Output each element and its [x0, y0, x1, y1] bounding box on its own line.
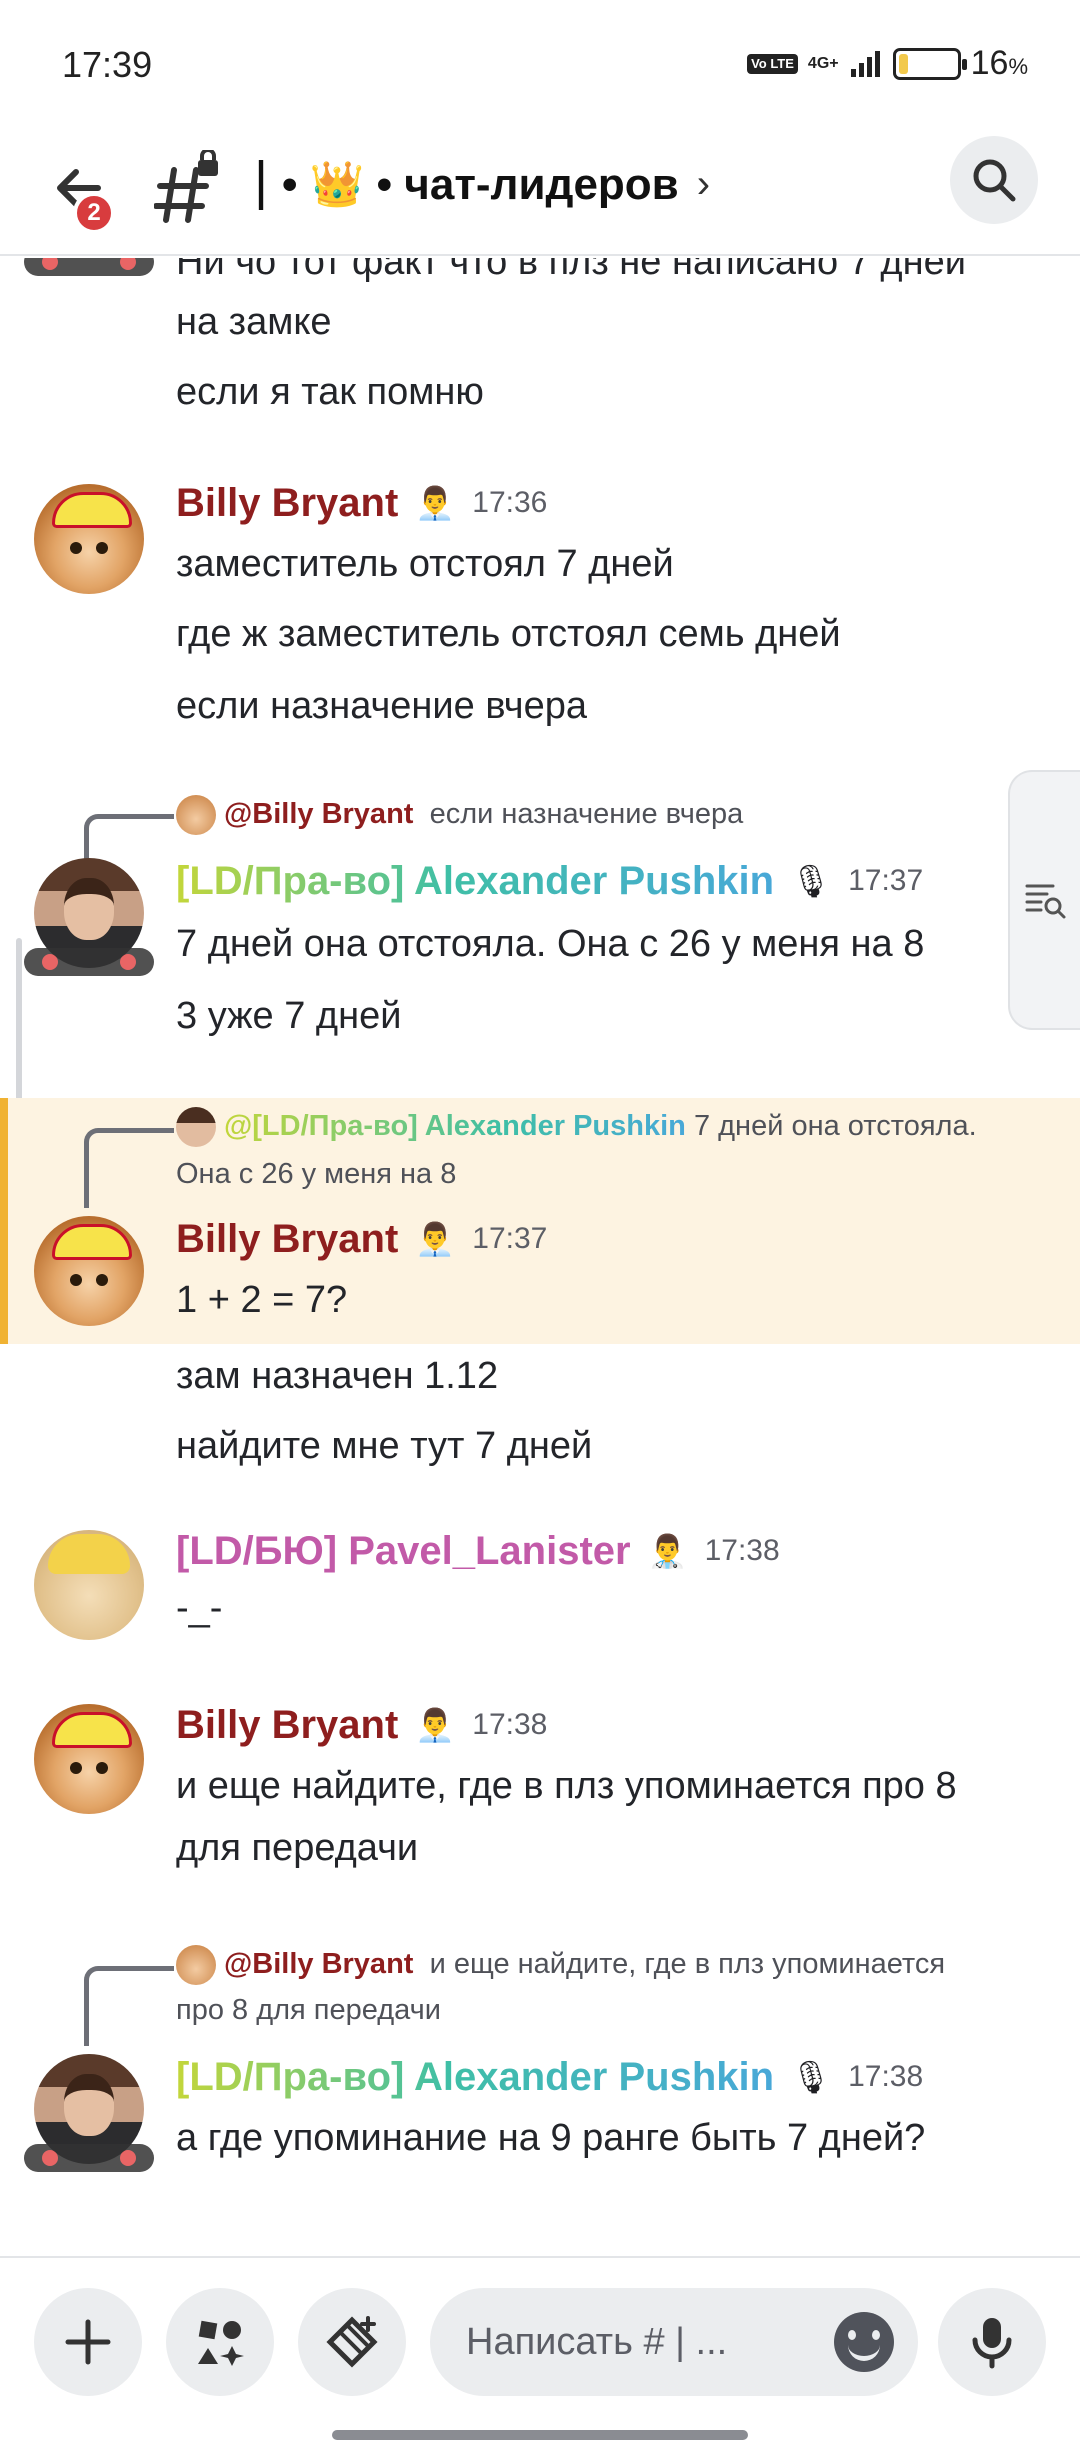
- search-icon: [973, 159, 1016, 202]
- message-text: если назначение вчера: [176, 685, 588, 727]
- gift-icon: [326, 2316, 378, 2368]
- network-label: 4G+: [807, 54, 839, 72]
- title-separator: |: [254, 151, 269, 211]
- message-text: -_-: [176, 1587, 223, 1629]
- reply-preview-cont: Она с 26 у меня на 8: [176, 1158, 457, 1190]
- author-name[interactable]: [LD/Пра-во] Alexander Pushkin: [176, 2055, 774, 2100]
- reply-preview-cont: про 8 для передачи: [176, 1994, 441, 2026]
- timestamp: 17:37: [848, 864, 924, 897]
- message-text: 7 дней она отстояла. Она с 26 у меня на …: [176, 923, 925, 965]
- message-text: найдите мне тут 7 дней: [176, 1425, 593, 1467]
- emoji-icon[interactable]: [834, 2312, 894, 2372]
- avatar-decoration: [24, 258, 154, 276]
- message-text: а где упоминание на 9 ранге быть 7 дней?: [176, 2117, 926, 2159]
- avatar-decoration: [24, 948, 154, 976]
- role-icon: 👨‍💼: [415, 1707, 456, 1743]
- message-header: [LD/Пра-во] Alexander Pushkin 🎙 17:38: [176, 2054, 923, 2100]
- timestamp: 17:37: [472, 1222, 548, 1255]
- reply-connector: [84, 1966, 174, 2046]
- role-icon: 👨‍💼: [415, 485, 456, 521]
- status-indicators: Vo LTE 4G+ 16%: [747, 44, 1028, 83]
- message-text: 1 + 2 = 7?: [176, 1279, 348, 1321]
- gift-button[interactable]: [298, 2288, 406, 2396]
- threads-panel-tab[interactable]: [1008, 770, 1080, 1030]
- home-indicator[interactable]: [332, 2430, 748, 2440]
- message-text: зам назначен 1.12: [176, 1355, 499, 1397]
- apps-button[interactable]: [166, 2288, 274, 2396]
- battery-icon: [892, 47, 967, 80]
- message-header: [LD/Пра-во] Alexander Pushkin 🎙 17:37: [176, 858, 923, 904]
- avatar[interactable]: [34, 484, 144, 594]
- apps-icon: [198, 2320, 244, 2366]
- volte-icon: Vo LTE: [747, 53, 798, 74]
- input-placeholder: Написать # | ...: [466, 2320, 728, 2363]
- message-header: [LD/БЮ] Pavel_Lanister 👨‍⚕️ 17:38: [176, 1528, 780, 1574]
- channel-title[interactable]: | • 👑 • чат-лидеров ›: [254, 151, 711, 212]
- avatar[interactable]: [34, 1530, 144, 1640]
- author-name[interactable]: Billy Bryant: [176, 1703, 398, 1748]
- message-text: если я так помню: [176, 371, 484, 413]
- message-header: Billy Bryant 👨‍💼 17:36: [176, 480, 547, 526]
- microphone-icon: [972, 2318, 1012, 2369]
- reply-avatar: [176, 1945, 216, 1986]
- unread-badge: 2: [73, 192, 115, 234]
- author-name[interactable]: Billy Bryant: [176, 1217, 398, 1262]
- scrollbar[interactable]: [16, 938, 22, 1118]
- message-text: на замке: [176, 301, 332, 343]
- reply-preview[interactable]: @[LD/Пра-во] Alexander Pushkin 7 дней он…: [176, 1104, 977, 1149]
- avatar-decoration: [24, 2144, 154, 2172]
- message-list[interactable]: Ни чо тот факт что в плз не написано 7 д…: [0, 258, 1080, 2256]
- channel-hash-lock-icon: [153, 148, 224, 230]
- message-input[interactable]: Написать # | ...: [430, 2288, 918, 2396]
- reply-connector: [84, 1128, 174, 1208]
- timestamp: 17:38: [704, 1534, 780, 1567]
- role-icon: 🎙: [790, 2059, 832, 2095]
- signal-icon: [850, 50, 880, 77]
- search-button[interactable]: [950, 136, 1038, 224]
- threads-icon: [1025, 884, 1066, 919]
- author-name[interactable]: [LD/Пра-во] Alexander Pushkin: [176, 859, 774, 904]
- reply-preview[interactable]: @Billy Bryant и еще найдите, где в плз у…: [176, 1942, 945, 1987]
- chat-header: 2 | • 👑 • чат-лидеров ›: [0, 130, 1080, 256]
- reply-avatar: [176, 795, 216, 836]
- message-text: где ж заместитель отстоял семь дней: [176, 613, 841, 655]
- timestamp: 17:36: [472, 486, 548, 519]
- chevron-right-icon: ›: [696, 161, 711, 206]
- battery-percent: 16%: [970, 44, 1028, 82]
- reply-preview[interactable]: @Billy Bryant если назначение вчера: [176, 792, 743, 837]
- message-header: Billy Bryant 👨‍💼 17:37: [176, 1216, 547, 1262]
- message-text: для передачи: [176, 1827, 419, 1869]
- message-text: 3 уже 7 дней: [176, 995, 402, 1037]
- status-bar: 17:39 Vo LTE 4G+ 16%: [0, 0, 1080, 130]
- timestamp: 17:38: [472, 1708, 548, 1741]
- message-text: заместитель отстоял 7 дней: [176, 543, 674, 585]
- message-text: Ни чо тот факт что в плз не написано 7 д…: [176, 258, 966, 283]
- avatar[interactable]: [34, 1704, 144, 1814]
- timestamp: 17:38: [848, 2060, 924, 2093]
- author-name[interactable]: Billy Bryant: [176, 481, 398, 526]
- message-header: Billy Bryant 👨‍💼 17:38: [176, 1702, 547, 1748]
- plus-icon: [65, 2319, 111, 2365]
- reply-avatar: [176, 1107, 216, 1148]
- voice-button[interactable]: [938, 2288, 1046, 2396]
- attach-button[interactable]: [34, 2288, 142, 2396]
- role-icon: 👨‍💼: [415, 1221, 456, 1257]
- channel-name: • 👑 • чат-лидеров: [282, 160, 679, 209]
- author-name[interactable]: [LD/БЮ] Pavel_Lanister: [176, 1529, 631, 1574]
- role-icon: 🎙: [790, 863, 832, 899]
- avatar[interactable]: [34, 1216, 144, 1326]
- role-icon: 👨‍⚕️: [647, 1533, 688, 1569]
- status-time: 17:39: [62, 44, 153, 85]
- message-text: и еще найдите, где в плз упоминается про…: [176, 1765, 957, 1807]
